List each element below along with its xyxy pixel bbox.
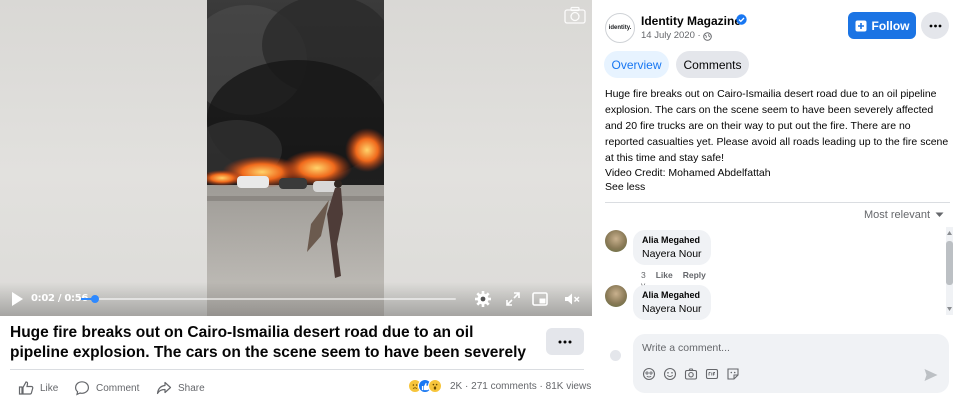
comment-sort-dropdown[interactable]: Most relevant	[864, 209, 944, 221]
video-progress-bar[interactable]	[81, 295, 456, 303]
comments-count[interactable]: 271 comments	[471, 381, 537, 392]
chevron-down-icon	[935, 212, 944, 217]
avatar-sticker-icon[interactable]	[642, 367, 656, 381]
play-icon[interactable]	[10, 291, 24, 307]
see-less-link[interactable]: See less	[605, 181, 645, 193]
gif-icon[interactable]	[705, 367, 719, 381]
views-count: 81K views	[545, 381, 592, 392]
comment-text[interactable]: Nayera Nour	[642, 303, 702, 315]
wow-reaction-icon	[428, 379, 442, 393]
comment-bubble-icon	[74, 381, 90, 396]
comment-bubble: Alia Megahed Nayera Nour	[633, 285, 711, 320]
reactions-count[interactable]: 2K	[450, 381, 462, 392]
camera-icon[interactable]	[564, 6, 586, 24]
volume-muted-icon[interactable]	[563, 290, 581, 308]
video-player[interactable]: 0:02 / 0:56	[0, 0, 592, 316]
send-icon[interactable]	[923, 367, 939, 383]
post-stats: 2K · 271 comments · 81K views	[450, 381, 591, 392]
post-title: Huge fire breaks out on Cairo-Ismailia d…	[10, 324, 527, 361]
comment-author[interactable]: Alia Megahed	[642, 290, 702, 300]
reactions-summary[interactable]	[408, 379, 442, 393]
post-menu-button[interactable]	[921, 12, 949, 39]
video-time: 0:02 / 0:56	[31, 293, 89, 304]
follow-label: Follow	[871, 18, 910, 33]
scroll-thumb[interactable]	[946, 241, 953, 285]
video-blur-right	[384, 0, 592, 316]
page-avatar-logo: identity.	[608, 25, 632, 31]
like-label: Like	[40, 382, 59, 394]
picture-in-picture-icon[interactable]	[531, 290, 549, 308]
like-button[interactable]: Like	[18, 380, 58, 396]
follow-button[interactable]: Follow	[848, 12, 916, 39]
camera-icon[interactable]	[684, 367, 698, 381]
comment-composer[interactable]: Write a comment...	[633, 334, 949, 393]
video-blur-left	[0, 0, 207, 316]
commenter-avatar[interactable]	[605, 230, 627, 252]
more-dots-icon	[929, 24, 941, 27]
expand-icon[interactable]	[504, 290, 522, 308]
verified-badge-icon	[736, 14, 747, 25]
share-arrow-icon	[156, 381, 172, 395]
share-button[interactable]: Share	[156, 380, 205, 396]
tab-overview[interactable]: Overview	[604, 51, 669, 78]
comment-text[interactable]: Nayera Nour	[642, 248, 702, 260]
comment-label: Comment	[96, 382, 140, 394]
current-user-avatar	[610, 350, 621, 361]
scroll-down-arrow-icon[interactable]	[946, 305, 953, 313]
comment-button[interactable]: Comment	[74, 380, 139, 396]
sticker-icon[interactable]	[726, 367, 740, 381]
comments-scrollbar[interactable]	[946, 227, 953, 315]
settings-gear-icon[interactable]	[474, 290, 492, 308]
video-credit: Video Credit: Mohamed Abdelfattah	[605, 167, 771, 179]
share-label: Share	[178, 382, 205, 394]
divider	[605, 202, 950, 203]
sort-label: Most relevant	[864, 209, 931, 221]
comment-input[interactable]: Write a comment...	[642, 342, 730, 354]
divider	[10, 369, 584, 370]
comment-bubble: Alia Megahed Nayera Nour	[633, 230, 711, 265]
post-details-panel: identity. Identity Magazine 14 July 2020…	[592, 0, 958, 405]
comment-author[interactable]: Alia Megahed	[642, 235, 702, 245]
video-controls: 0:02 / 0:56	[0, 282, 592, 316]
scroll-up-arrow-icon[interactable]	[946, 229, 953, 237]
globe-icon	[703, 32, 712, 41]
stats-separator: ·	[539, 381, 543, 392]
page-name[interactable]: Identity Magazine	[641, 14, 741, 28]
follow-plus-icon	[855, 20, 866, 31]
video-frame	[207, 0, 384, 316]
commenter-avatar[interactable]	[605, 285, 627, 307]
post-date[interactable]: 14 July 2020 ·	[641, 30, 701, 41]
video-progress-knob[interactable]	[90, 295, 99, 303]
page-avatar[interactable]: identity.	[605, 13, 635, 43]
tab-comments[interactable]: Comments	[676, 51, 749, 78]
more-options-button[interactable]	[546, 328, 584, 355]
post-description: Huge fire breaks out on Cairo-Ismailia d…	[605, 88, 949, 164]
more-dots-icon	[558, 340, 572, 343]
thumbs-up-icon	[18, 381, 34, 395]
emoji-icon[interactable]	[663, 367, 677, 381]
stats-separator: ·	[465, 381, 469, 392]
